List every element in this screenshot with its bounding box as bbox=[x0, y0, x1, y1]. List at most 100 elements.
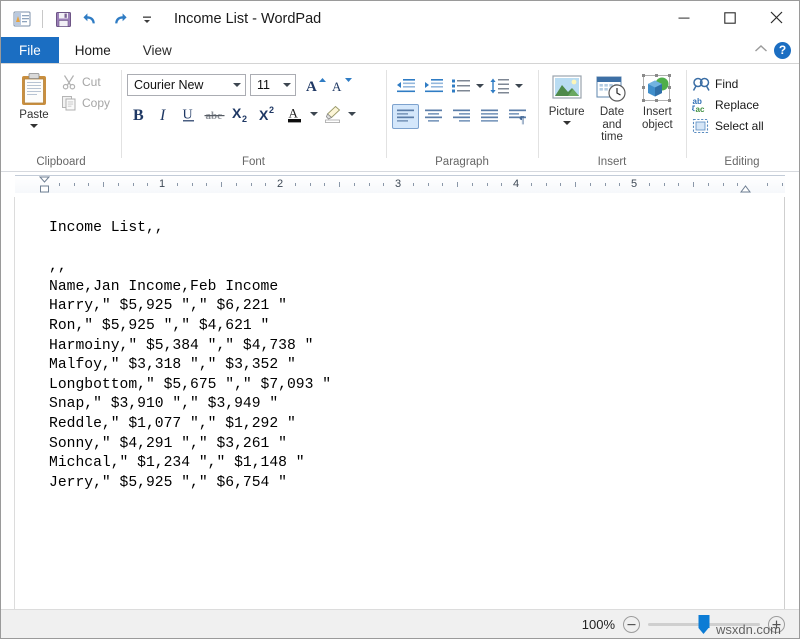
right-indent-marker[interactable] bbox=[740, 185, 751, 193]
group-label-paragraph: Paragraph bbox=[435, 156, 489, 168]
ruler-tick bbox=[117, 183, 119, 186]
justify-button[interactable] bbox=[476, 104, 503, 129]
ruler-tick bbox=[206, 183, 208, 186]
font-family-combobox[interactable]: Courier New bbox=[127, 73, 246, 96]
paragraph-mark-icon: ¶ bbox=[508, 109, 526, 125]
tab-home[interactable]: Home bbox=[58, 37, 127, 63]
ruler-tick bbox=[324, 183, 326, 186]
select-all-icon bbox=[692, 118, 709, 134]
document-line: Income List,, bbox=[49, 220, 164, 236]
ribbon: Paste Cut Copy Clipboard Courier New 11 … bbox=[1, 63, 799, 172]
collapse-ribbon-icon[interactable] bbox=[754, 41, 768, 59]
grow-font-button[interactable]: A bbox=[304, 73, 327, 96]
ribbon-group-insert: Picture Date and time Insert object Inse… bbox=[538, 64, 686, 171]
insert-object-button[interactable]: Insert object bbox=[635, 70, 680, 154]
ruler-tick bbox=[235, 183, 237, 186]
bullet-list-icon bbox=[451, 79, 470, 92]
paste-label: Paste bbox=[19, 109, 49, 121]
text-color-dropdown-caret[interactable] bbox=[308, 102, 320, 126]
wordpad-window: Income List - WordPad File Home View ? P… bbox=[0, 0, 800, 639]
replace-button[interactable]: ab ac Replace bbox=[692, 97, 764, 113]
highlighter-icon bbox=[325, 105, 341, 123]
insert-picture-button[interactable]: Picture bbox=[544, 70, 589, 154]
ruler-tick bbox=[103, 182, 104, 187]
shrink-font-button[interactable]: A bbox=[330, 73, 353, 96]
close-button[interactable] bbox=[753, 1, 799, 34]
decrease-indent-button[interactable] bbox=[392, 73, 419, 98]
highlight-button[interactable] bbox=[321, 102, 345, 126]
paragraph-settings-button[interactable]: ¶ bbox=[504, 104, 531, 129]
document-text-canvas[interactable]: Income List,, ,, Name,Jan Income,Feb Inco… bbox=[15, 197, 785, 609]
strikethrough-icon: abc bbox=[204, 110, 225, 122]
ruler-track[interactable]: 1 2 3 4 5 bbox=[15, 175, 785, 193]
insert-date-time-button[interactable]: Date and time bbox=[589, 70, 634, 154]
chevron-down-icon[interactable] bbox=[279, 82, 295, 87]
ribbon-group-clipboard: Paste Cut Copy Clipboard bbox=[1, 64, 121, 171]
increase-indent-button[interactable] bbox=[420, 73, 447, 98]
window-title: Income List - WordPad bbox=[174, 11, 322, 27]
maximize-button[interactable] bbox=[707, 1, 753, 34]
zoom-out-button[interactable] bbox=[623, 615, 640, 633]
ruler[interactable]: 1 2 3 4 5 bbox=[1, 172, 799, 197]
highlight-dropdown-caret[interactable] bbox=[346, 102, 358, 126]
align-left-icon bbox=[396, 109, 414, 122]
customize-quick-access-icon[interactable] bbox=[134, 6, 160, 32]
minimize-button[interactable] bbox=[661, 1, 707, 34]
wordpad-app-icon[interactable] bbox=[9, 6, 35, 32]
ruler-tick bbox=[471, 183, 473, 186]
cut-button[interactable]: Cut bbox=[61, 74, 110, 90]
bullets-button[interactable] bbox=[448, 73, 473, 98]
bold-button[interactable]: B bbox=[127, 102, 151, 126]
strikethrough-button[interactable]: abc bbox=[202, 102, 228, 126]
svg-text:X: X bbox=[232, 105, 242, 121]
align-right-button[interactable] bbox=[448, 104, 475, 129]
picture-dropdown-caret[interactable] bbox=[562, 120, 571, 125]
tab-file[interactable]: File bbox=[1, 37, 59, 63]
line-spacing-button[interactable] bbox=[487, 73, 512, 98]
italic-button[interactable]: I bbox=[152, 102, 176, 126]
find-icon bbox=[692, 77, 710, 91]
document-area[interactable]: Income List,, ,, Name,Jan Income,Feb Inco… bbox=[1, 197, 799, 609]
zoom-slider-handle[interactable] bbox=[698, 614, 710, 634]
copy-button[interactable]: Copy bbox=[61, 95, 110, 111]
svg-text:2: 2 bbox=[242, 114, 247, 124]
ruler-tick bbox=[766, 183, 768, 186]
svg-text:A: A bbox=[306, 79, 317, 95]
find-button[interactable]: Find bbox=[692, 76, 764, 92]
tab-view[interactable]: View bbox=[126, 37, 188, 63]
ruler-tick bbox=[176, 183, 178, 186]
document-line: Michcal," $1,234 "," $1,148 " bbox=[49, 455, 305, 472]
ribbon-tabs: File Home View ? bbox=[1, 37, 799, 63]
decrease-indent-icon bbox=[396, 78, 415, 92]
left-indent-marker[interactable] bbox=[38, 176, 51, 193]
align-left-button[interactable] bbox=[392, 104, 419, 129]
select-all-button[interactable]: Select all bbox=[692, 118, 764, 134]
redo-icon[interactable] bbox=[106, 6, 132, 32]
save-icon[interactable] bbox=[50, 6, 76, 32]
chevron-down-icon[interactable] bbox=[229, 82, 245, 87]
zoom-slider[interactable] bbox=[648, 614, 760, 634]
ruler-tick bbox=[353, 183, 355, 186]
zoom-in-button[interactable] bbox=[768, 615, 785, 633]
paste-button[interactable]: Paste bbox=[7, 68, 61, 154]
subscript-button[interactable]: X 2 bbox=[229, 102, 255, 126]
paste-dropdown-caret[interactable] bbox=[30, 124, 38, 128]
underline-icon: U bbox=[183, 108, 194, 123]
document-line: Reddle," $1,077 "," $1,292 " bbox=[49, 415, 296, 432]
svg-text:ac: ac bbox=[696, 105, 705, 113]
align-center-button[interactable] bbox=[420, 104, 447, 129]
underline-button[interactable]: U bbox=[177, 102, 201, 126]
superscript-button[interactable]: X 2 bbox=[256, 102, 282, 126]
ruler-tick bbox=[678, 183, 680, 186]
font-size-value: 11 bbox=[257, 77, 270, 92]
font-size-combobox[interactable]: 11 bbox=[250, 73, 296, 96]
help-button[interactable]: ? bbox=[774, 41, 791, 59]
svg-text:X: X bbox=[259, 107, 269, 123]
group-label-insert: Insert bbox=[597, 156, 627, 168]
increase-indent-icon bbox=[424, 78, 443, 92]
text-color-button[interactable]: A bbox=[283, 102, 307, 126]
line-spacing-dropdown-caret[interactable] bbox=[513, 74, 525, 98]
undo-icon[interactable] bbox=[78, 6, 104, 32]
bullets-dropdown-caret[interactable] bbox=[474, 74, 486, 98]
